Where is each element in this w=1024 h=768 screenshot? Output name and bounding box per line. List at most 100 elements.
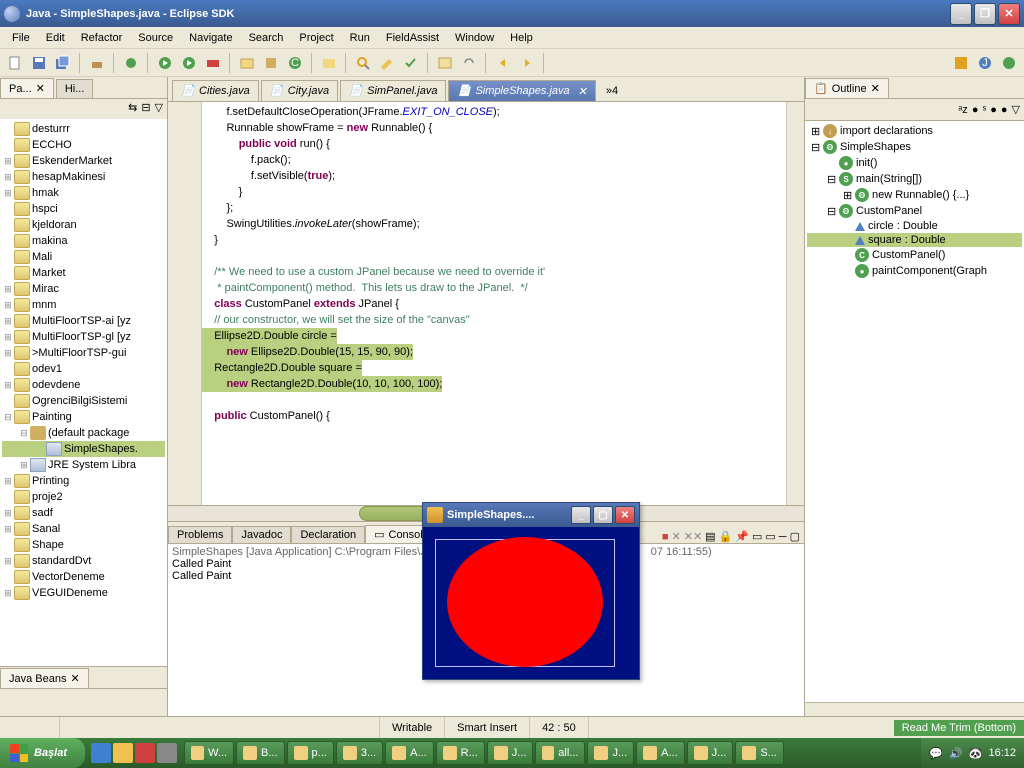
- hide-fields-icon[interactable]: ●: [972, 104, 979, 116]
- close-icon[interactable]: ✕: [578, 85, 587, 98]
- app-icon[interactable]: [157, 743, 177, 763]
- scroll-lock-icon[interactable]: 🔒: [719, 530, 733, 543]
- taskbar-button[interactable]: W...: [184, 741, 234, 765]
- annotate-button[interactable]: [376, 52, 398, 74]
- tree-item[interactable]: ⊞mnm: [2, 297, 165, 313]
- back-button[interactable]: [492, 52, 514, 74]
- tree-item[interactable]: proje2: [2, 489, 165, 505]
- max-icon[interactable]: ▢: [790, 530, 800, 543]
- tray-icon[interactable]: 🔊: [949, 747, 963, 760]
- taskbar-button[interactable]: p...: [287, 741, 334, 765]
- taskbar-button[interactable]: A...: [385, 741, 434, 765]
- code-editor[interactable]: f.setDefaultCloseOperation(JFrame.EXIT_O…: [168, 102, 804, 505]
- saveall-button[interactable]: [52, 52, 74, 74]
- tree-item[interactable]: Mali: [2, 249, 165, 265]
- tree-item[interactable]: desturrr: [2, 121, 165, 137]
- taskbar-button[interactable]: B...: [236, 741, 285, 765]
- menu-project[interactable]: Project: [291, 30, 341, 46]
- pin-button[interactable]: [434, 52, 456, 74]
- hide-nonpublic-icon[interactable]: ●: [990, 104, 997, 116]
- tree-item[interactable]: ⊟Painting: [2, 409, 165, 425]
- outline-item[interactable]: ⊟ΘCustomPanel: [807, 203, 1022, 219]
- run-button[interactable]: [154, 52, 176, 74]
- persp-button[interactable]: [950, 52, 972, 74]
- tree-item[interactable]: ⊞odevdene: [2, 377, 165, 393]
- code-content[interactable]: f.setDefaultCloseOperation(JFrame.EXIT_O…: [202, 102, 786, 505]
- tree-item[interactable]: Market: [2, 265, 165, 281]
- tree-item[interactable]: odev1: [2, 361, 165, 377]
- removeall-icon[interactable]: ✕✕: [684, 530, 702, 543]
- pin-console-icon[interactable]: 📌: [735, 530, 749, 543]
- run-last-button[interactable]: [178, 52, 200, 74]
- tree-item[interactable]: makina: [2, 233, 165, 249]
- maximize-button[interactable]: ❐: [974, 3, 996, 25]
- min-icon[interactable]: ─: [779, 531, 787, 543]
- tree-item[interactable]: ⊞VEGUIDeneme: [2, 585, 165, 601]
- editor-tab-active[interactable]: 📄SimpleShapes.java✕: [448, 80, 595, 101]
- package-tree[interactable]: desturrrECCHO⊞EskenderMarket⊞hesapMakine…: [0, 119, 167, 666]
- outline-item[interactable]: ⊟ΘSimpleShapes: [807, 139, 1022, 155]
- menu-search[interactable]: Search: [241, 30, 292, 46]
- overview-ruler[interactable]: [786, 102, 804, 505]
- tree-item[interactable]: hspci: [2, 201, 165, 217]
- menu-edit[interactable]: Edit: [38, 30, 73, 46]
- menu-help[interactable]: Help: [502, 30, 541, 46]
- collapse-icon[interactable]: ⇆: [128, 101, 137, 117]
- tree-item[interactable]: ⊞sadf: [2, 505, 165, 521]
- start-button[interactable]: Başlat: [0, 738, 85, 768]
- taskbar-button[interactable]: J...: [687, 741, 734, 765]
- build-button[interactable]: [86, 52, 108, 74]
- editor-tab[interactable]: 📄City.java: [261, 80, 338, 101]
- sort-icon[interactable]: ᵃz: [958, 104, 968, 116]
- tree-item[interactable]: VectorDeneme: [2, 569, 165, 585]
- display-icon[interactable]: ▭: [752, 530, 762, 543]
- tab-hierarchy[interactable]: Hi...: [56, 79, 94, 98]
- tree-item[interactable]: ⊞MultiFloorTSP-gl [yz: [2, 329, 165, 345]
- tree-item[interactable]: ⊞hmak: [2, 185, 165, 201]
- open-console-icon[interactable]: ▭: [765, 530, 775, 543]
- tab-declaration[interactable]: Declaration: [291, 526, 365, 543]
- outline-item[interactable]: ●paintComponent(Graph: [807, 263, 1022, 279]
- open-type-button[interactable]: [318, 52, 340, 74]
- menu-fieldassist[interactable]: FieldAssist: [378, 30, 447, 46]
- taskbar-button[interactable]: S...: [735, 741, 784, 765]
- app-titlebar[interactable]: SimpleShapes.... _ ▢ ✕: [423, 503, 639, 527]
- tab-outline[interactable]: 📋Outline✕: [805, 78, 889, 98]
- more-tabs[interactable]: »4: [598, 81, 626, 101]
- tree-item[interactable]: ⊞MultiFloorTSP-ai [yz: [2, 313, 165, 329]
- tree-item[interactable]: ⊞EskenderMarket: [2, 153, 165, 169]
- close-icon[interactable]: ✕: [871, 82, 880, 95]
- close-button[interactable]: ✕: [998, 3, 1020, 25]
- menu-run[interactable]: Run: [342, 30, 378, 46]
- menu-window[interactable]: Window: [447, 30, 502, 46]
- java-persp-button[interactable]: J: [974, 52, 996, 74]
- tree-item[interactable]: OgrenciBilgiSistemi: [2, 393, 165, 409]
- tab-javadoc[interactable]: Javadoc: [232, 526, 291, 543]
- clear-icon[interactable]: ▤: [705, 530, 715, 543]
- menu-refactor[interactable]: Refactor: [73, 30, 131, 46]
- menu-icon[interactable]: ▽: [1012, 103, 1020, 116]
- taskbar-button[interactable]: A...: [636, 741, 685, 765]
- explorer-icon[interactable]: [113, 743, 133, 763]
- outline-item[interactable]: square : Double: [807, 233, 1022, 247]
- hide-local-icon[interactable]: ●: [1001, 104, 1008, 116]
- terminate-button[interactable]: ■: [662, 531, 669, 543]
- editor-tab[interactable]: 📄Cities.java: [172, 80, 259, 101]
- tray-icon[interactable]: 🐼: [969, 747, 983, 760]
- outline-item[interactable]: CCustomPanel(): [807, 247, 1022, 263]
- simpleshapes-window[interactable]: SimpleShapes.... _ ▢ ✕: [422, 502, 640, 680]
- search-button[interactable]: [352, 52, 374, 74]
- close-icon[interactable]: ✕: [36, 82, 45, 95]
- new-pkg-button[interactable]: [260, 52, 282, 74]
- tree-item[interactable]: ⊞hesapMakinesi: [2, 169, 165, 185]
- new-proj-button[interactable]: [236, 52, 258, 74]
- remove-icon[interactable]: ✕: [672, 530, 681, 543]
- outline-item[interactable]: ⊞Θnew Runnable() {...}: [807, 187, 1022, 203]
- tree-item[interactable]: ⊞Sanal: [2, 521, 165, 537]
- app-close-button[interactable]: ✕: [615, 506, 635, 524]
- taskbar-button[interactable]: J...: [487, 741, 534, 765]
- status-trim[interactable]: Read Me Trim (Bottom): [894, 720, 1024, 736]
- app-icon[interactable]: [135, 743, 155, 763]
- outline-item[interactable]: ⊞↓import declarations: [807, 123, 1022, 139]
- minimize-button[interactable]: _: [950, 3, 972, 25]
